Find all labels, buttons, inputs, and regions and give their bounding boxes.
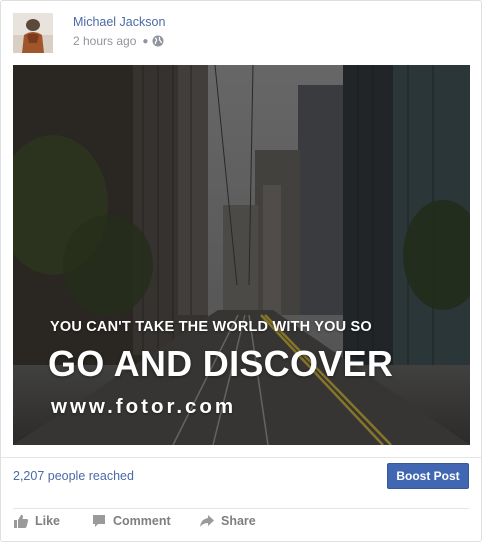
post-actions: Like Comment Share: [13, 513, 469, 535]
boost-post-button[interactable]: Boost Post: [387, 463, 469, 489]
share-button[interactable]: Share: [199, 513, 256, 529]
author-name[interactable]: Michael Jackson: [73, 15, 165, 29]
post-header: Michael Jackson 2 hours ago ●: [13, 13, 473, 55]
share-icon: [199, 513, 215, 529]
avatar[interactable]: [13, 13, 53, 53]
image-caption-url: www.fotor.com: [51, 395, 237, 418]
globe-icon[interactable]: [152, 35, 164, 47]
comment-label: Comment: [113, 514, 171, 528]
post-time[interactable]: 2 hours ago: [73, 34, 136, 48]
image-caption-small: YOU CAN'T TAKE THE WORLD WITH YOU SO: [50, 319, 372, 335]
thumbs-up-icon: [13, 513, 29, 529]
divider: [1, 457, 481, 458]
post-image[interactable]: YOU CAN'T TAKE THE WORLD WITH YOU SO GO …: [13, 65, 470, 445]
street-photo: [13, 65, 470, 445]
post-meta: 2 hours ago ●: [73, 34, 164, 48]
post-card: Michael Jackson 2 hours ago ● YOU CAN'T …: [0, 0, 482, 542]
comment-button[interactable]: Comment: [91, 513, 171, 529]
comment-icon: [91, 513, 107, 529]
divider: [13, 508, 469, 509]
avatar-image: [13, 13, 53, 53]
people-reached[interactable]: 2,207 people reached: [13, 469, 134, 483]
image-caption-large: GO AND DISCOVER: [48, 343, 394, 384]
separator-dot: ●: [142, 35, 149, 47]
share-label: Share: [221, 514, 256, 528]
like-label: Like: [35, 514, 61, 528]
like-button[interactable]: Like: [13, 513, 60, 529]
